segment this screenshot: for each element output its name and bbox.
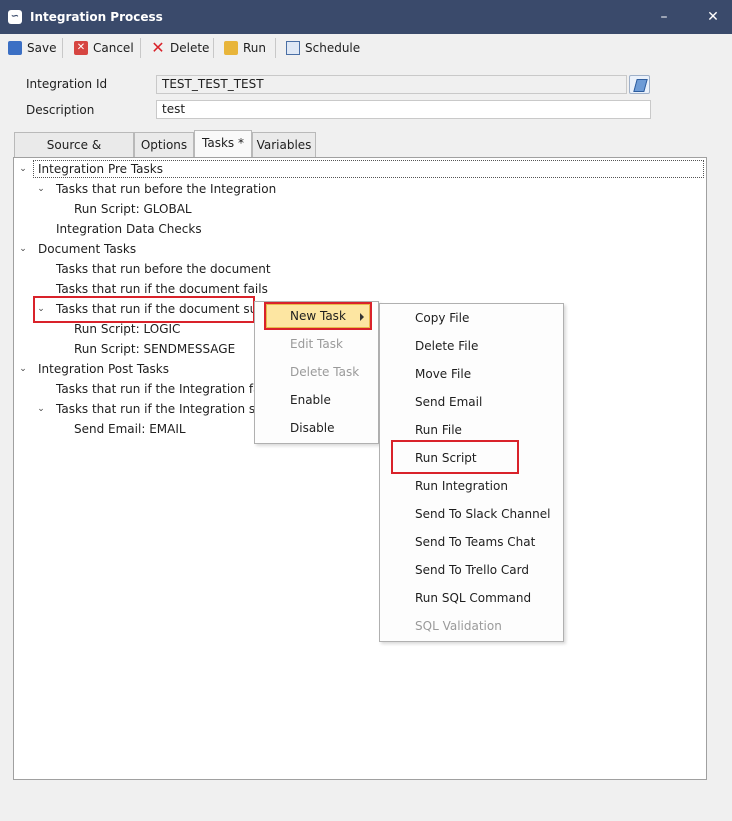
submenu-item-send-email[interactable]: Send Email bbox=[415, 392, 482, 412]
run-button[interactable]: Run bbox=[224, 37, 266, 59]
tree-node-integration-pre-tasks[interactable]: Integration Pre Tasks bbox=[38, 159, 163, 179]
toolbar-separator bbox=[62, 38, 63, 58]
tree-node-run-script-logic[interactable]: Run Script: LOGIC bbox=[74, 319, 180, 339]
submenu-arrow-icon bbox=[360, 313, 364, 321]
tree-node-run-script-global[interactable]: Run Script: GLOBAL bbox=[74, 199, 192, 219]
submenu-item-delete-file[interactable]: Delete File bbox=[415, 336, 478, 356]
toolbar-separator bbox=[275, 38, 276, 58]
browse-icon[interactable] bbox=[629, 75, 650, 94]
submenu-item-run-integration[interactable]: Run Integration bbox=[415, 476, 508, 496]
integration-id-label: Integration Id bbox=[26, 77, 108, 91]
description-field[interactable]: test bbox=[156, 100, 651, 119]
submenu-item-teams[interactable]: Send To Teams Chat bbox=[415, 532, 535, 552]
integration-id-field[interactable]: TEST_TEST_TEST bbox=[156, 75, 627, 94]
tree-node-integration-post-tasks[interactable]: Integration Post Tasks bbox=[38, 359, 169, 379]
menu-item-disable[interactable]: Disable bbox=[290, 418, 335, 438]
toolbar: Save ✕ Cancel ✕ Delete Run Schedule bbox=[0, 34, 732, 62]
menu-item-enable[interactable]: Enable bbox=[290, 390, 331, 410]
cancel-button[interactable]: ✕ Cancel bbox=[74, 37, 134, 59]
calendar-icon bbox=[286, 41, 300, 55]
submenu-item-sql-validation: SQL Validation bbox=[415, 619, 502, 633]
save-label: Save bbox=[27, 41, 57, 55]
schedule-label: Schedule bbox=[305, 41, 361, 55]
menu-item-new-task[interactable]: New Task bbox=[290, 306, 346, 326]
tree-node-document-tasks[interactable]: Document Tasks bbox=[38, 239, 136, 259]
submenu-item-copy-file[interactable]: Copy File bbox=[415, 308, 469, 328]
tab-variables[interactable]: Variables bbox=[252, 132, 316, 157]
chevron-down-icon[interactable]: ⌄ bbox=[36, 179, 46, 199]
delete-button[interactable]: ✕ Delete bbox=[151, 37, 209, 59]
chevron-down-icon[interactable]: ⌄ bbox=[18, 159, 28, 179]
toolbar-separator bbox=[213, 38, 214, 58]
title-bar: ∽ Integration Process – ✕ bbox=[0, 0, 732, 34]
schedule-button[interactable]: Schedule bbox=[286, 37, 360, 59]
tab-options[interactable]: Options bbox=[134, 132, 194, 157]
submenu-item-run-script[interactable]: Run Script bbox=[415, 448, 477, 468]
submenu-item-slack[interactable]: Send To Slack Channel bbox=[415, 504, 550, 524]
save-button[interactable]: Save bbox=[8, 37, 56, 59]
toolbar-separator bbox=[140, 38, 141, 58]
chevron-down-icon[interactable]: ⌄ bbox=[18, 359, 28, 379]
tree-node-data-checks[interactable]: Integration Data Checks bbox=[56, 219, 202, 239]
tree-node-run-script-sendmessage[interactable]: Run Script: SENDMESSAGE bbox=[74, 339, 235, 359]
tree-node-before-document[interactable]: Tasks that run before the document bbox=[56, 259, 271, 279]
run-label: Run bbox=[243, 41, 267, 55]
window-title: Integration Process bbox=[30, 10, 163, 24]
submenu-item-run-file[interactable]: Run File bbox=[415, 420, 462, 440]
tree-node-before-integration[interactable]: Tasks that run before the Integration bbox=[56, 179, 276, 199]
run-icon bbox=[224, 41, 238, 55]
close-button[interactable]: ✕ bbox=[701, 6, 725, 28]
submenu-item-move-file[interactable]: Move File bbox=[415, 364, 471, 384]
cancel-icon: ✕ bbox=[74, 41, 88, 55]
menu-item-delete-task: Delete Task bbox=[290, 365, 360, 379]
delete-label: Delete bbox=[170, 41, 210, 55]
minimize-button[interactable]: – bbox=[652, 6, 676, 28]
chevron-down-icon[interactable]: ⌄ bbox=[36, 399, 46, 419]
cancel-label: Cancel bbox=[93, 41, 134, 55]
tree-node-send-email[interactable]: Send Email: EMAIL bbox=[74, 419, 186, 439]
chevron-down-icon[interactable]: ⌄ bbox=[18, 239, 28, 259]
submenu-item-sql-command[interactable]: Run SQL Command bbox=[415, 588, 531, 608]
tree-node-integration-fails[interactable]: Tasks that run if the Integration fails bbox=[56, 379, 273, 399]
description-label: Description bbox=[26, 103, 95, 117]
link-icon: ∽ bbox=[8, 10, 22, 24]
submenu-item-trello[interactable]: Send To Trello Card bbox=[415, 560, 529, 580]
tab-tasks[interactable]: Tasks * bbox=[194, 130, 252, 158]
tab-source-destination[interactable]: Source & Destination bbox=[14, 132, 134, 176]
floppy-disk-icon bbox=[8, 41, 22, 55]
menu-item-edit-task: Edit Task bbox=[290, 337, 343, 351]
delete-x-icon: ✕ bbox=[151, 38, 165, 57]
